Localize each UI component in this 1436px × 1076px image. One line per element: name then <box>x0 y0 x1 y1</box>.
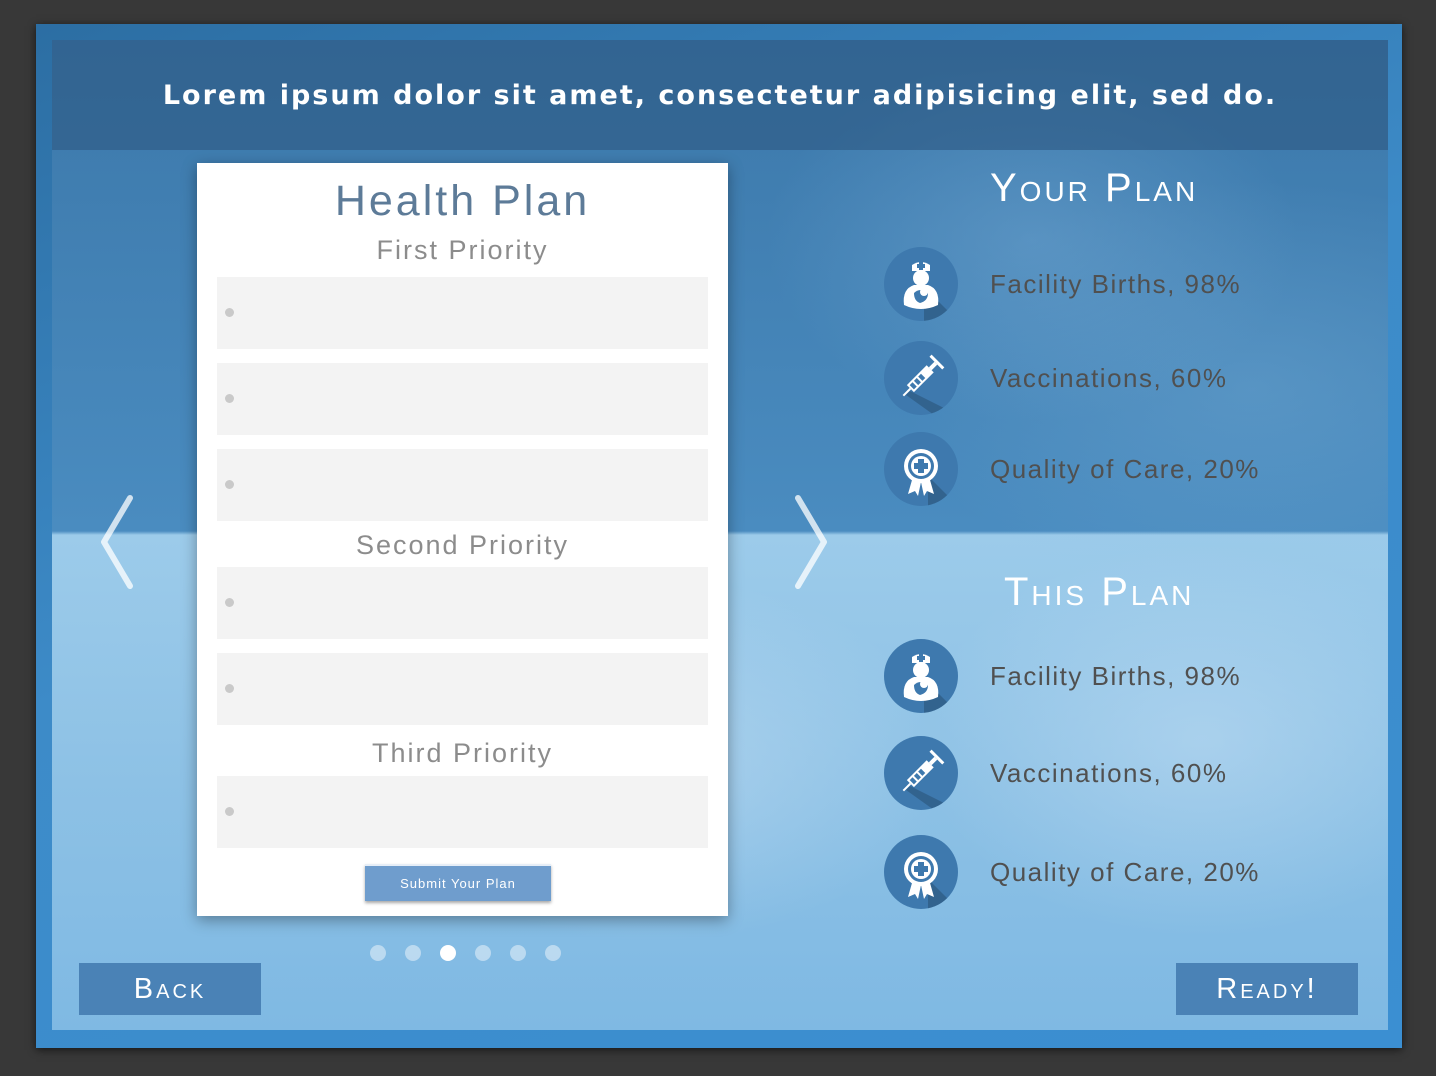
bullet-icon <box>225 684 234 693</box>
chevron-left-icon[interactable] <box>98 492 138 592</box>
this-plan-title: This Plan <box>1004 570 1195 614</box>
pager-dots <box>370 945 561 961</box>
your-plan-row-births: Facility Births, 98% <box>884 247 1344 321</box>
syringe-icon <box>884 736 958 810</box>
bullet-icon <box>225 480 234 489</box>
pager-dot[interactable] <box>475 945 491 961</box>
your-plan-row-vaccinations: Vaccinations, 60% <box>884 341 1344 415</box>
this-plan-text-vaccinations: Vaccinations, 60% <box>990 757 1228 788</box>
this-plan-row-quality: Quality of Care, 20% <box>884 835 1344 909</box>
header-text: Lorem ipsum dolor sit amet, consectetur … <box>162 79 1278 111</box>
main-panel: Lorem ipsum dolor sit amet, consectetur … <box>52 40 1388 1030</box>
medical-badge-icon <box>884 432 958 506</box>
your-plan-text-vaccinations: Vaccinations, 60% <box>990 362 1228 393</box>
pager-dot[interactable] <box>405 945 421 961</box>
your-plan-row-quality: Quality of Care, 20% <box>884 432 1344 506</box>
bullet-icon <box>225 308 234 317</box>
pager-dot[interactable] <box>370 945 386 961</box>
first-priority-label: First Priority <box>376 235 549 265</box>
this-plan-row-births: Facility Births, 98% <box>884 639 1344 713</box>
this-plan-text-births: Facility Births, 98% <box>990 660 1242 691</box>
your-plan-text-births: Facility Births, 98% <box>990 268 1242 299</box>
medical-badge-icon <box>884 835 958 909</box>
syringe-icon <box>884 341 958 415</box>
second-priority-slot-2[interactable] <box>217 653 708 725</box>
app-frame: Lorem ipsum dolor sit amet, consectetur … <box>36 24 1402 1048</box>
header-bar: Lorem ipsum dolor sit amet, consectetur … <box>52 40 1388 150</box>
nurse-icon <box>884 247 958 321</box>
second-priority-slot-1[interactable] <box>217 567 708 639</box>
this-plan-row-vaccinations: Vaccinations, 60% <box>884 736 1344 810</box>
first-priority-slot-2[interactable] <box>217 363 708 435</box>
third-priority-slot-1[interactable] <box>217 776 708 848</box>
pager-dot[interactable] <box>545 945 561 961</box>
submit-plan-button[interactable]: Submit Your Plan <box>365 864 551 901</box>
this-plan-text-quality: Quality of Care, 20% <box>990 856 1260 887</box>
bullet-icon <box>225 807 234 816</box>
chevron-right-icon[interactable] <box>790 492 830 592</box>
card-title: Health Plan <box>334 177 591 225</box>
second-priority-label: Second Priority <box>355 530 570 560</box>
bullet-icon <box>225 394 234 403</box>
your-plan-title: Your Plan <box>990 166 1199 210</box>
pager-dot[interactable] <box>510 945 526 961</box>
pager-dot[interactable] <box>440 945 456 961</box>
health-plan-card: Health Plan First Priority Second Priori… <box>197 163 728 916</box>
ready-button[interactable]: Ready! <box>1176 963 1358 1015</box>
first-priority-slot-3[interactable] <box>217 449 708 521</box>
your-plan-text-quality: Quality of Care, 20% <box>990 453 1260 484</box>
nurse-icon <box>884 639 958 713</box>
third-priority-label: Third Priority <box>371 738 554 768</box>
bullet-icon <box>225 598 234 607</box>
first-priority-slot-1[interactable] <box>217 277 708 349</box>
back-button[interactable]: Back <box>79 963 261 1015</box>
